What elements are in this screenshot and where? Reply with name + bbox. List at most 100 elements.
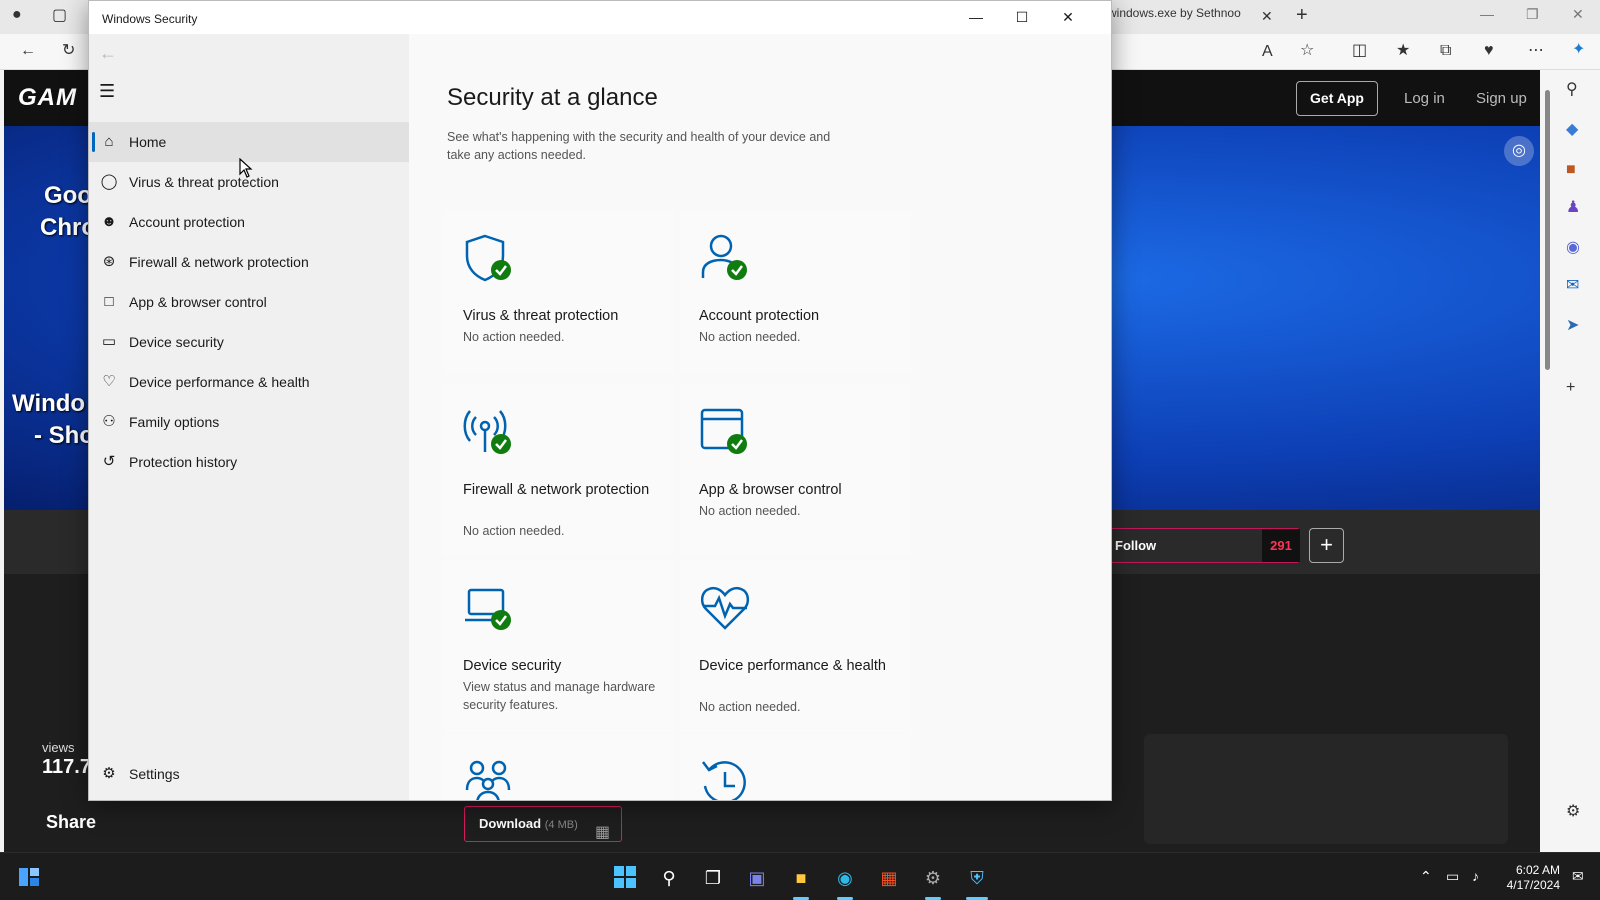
desktop-label: - Sho (34, 422, 94, 449)
store-icon[interactable]: ▦ (876, 865, 902, 891)
shopping-icon[interactable]: ◆ (1566, 122, 1578, 138)
add-sidebar-icon[interactable]: + (1566, 380, 1575, 396)
scroll-thumb[interactable] (1545, 90, 1550, 370)
screenshot-icon[interactable]: ◎ (1504, 136, 1534, 166)
card-status: No action needed. (699, 504, 801, 518)
nav-item-app-browser[interactable]: □ App & browser control (89, 282, 409, 322)
card-account[interactable]: Account protection No action needed. (679, 210, 911, 374)
notifications-icon[interactable]: ✉ (1572, 868, 1584, 885)
title-bar[interactable]: Windows Security — ☐ ✕ (89, 1, 1111, 34)
search-icon[interactable]: ⚲ (1566, 82, 1578, 98)
nav-item-label: Family options (129, 414, 220, 430)
m365-icon[interactable]: ◉ (1566, 240, 1580, 256)
maximize-button[interactable]: ☐ (999, 1, 1045, 34)
close-button[interactable]: ✕ (1045, 1, 1091, 34)
browser-minimize-icon[interactable]: — (1480, 6, 1494, 22)
nav-item-protection-history[interactable]: ↺ Protection history (89, 442, 409, 482)
card-device-security[interactable]: Device security View status and manage h… (443, 560, 675, 732)
browser-essentials-icon[interactable]: ♥ (1484, 43, 1494, 59)
split-screen-icon[interactable]: ◫ (1352, 43, 1367, 59)
network-icon[interactable]: ▭ (1446, 868, 1459, 885)
card-device-performance[interactable]: Device performance & health No action ne… (679, 560, 911, 732)
card-family-options[interactable] (443, 734, 675, 800)
teams-chat-icon[interactable]: ▣ (744, 865, 770, 891)
nav-item-home[interactable]: ⌂ Home (89, 122, 409, 162)
tab-actions-icon[interactable]: ▢ (52, 8, 67, 24)
card-app-browser[interactable]: App & browser control No action needed. (679, 384, 911, 556)
read-aloud-icon[interactable]: A (1262, 44, 1273, 60)
antenna-check-icon (463, 410, 511, 454)
games-icon[interactable]: ♟ (1566, 200, 1580, 216)
page-title: Security at a glance (447, 84, 658, 111)
clock[interactable]: 6:02 AM 4/17/2024 (1504, 863, 1560, 893)
site-logo[interactable]: GAM (18, 84, 77, 112)
desktop-label: Goo (44, 182, 92, 209)
more-options-icon[interactable]: ⋯ (1528, 43, 1544, 59)
nav-item-settings[interactable]: ⚙ Settings (89, 754, 409, 794)
settings-gear-icon[interactable]: ⚙ (920, 865, 946, 891)
task-view-icon[interactable]: ❐ (700, 865, 726, 891)
sidebar-settings-icon[interactable]: ⚙ (1566, 804, 1580, 820)
log-in-link[interactable]: Log in (1404, 90, 1445, 107)
nav-item-family[interactable]: ⚇ Family options (89, 402, 409, 442)
chevron-up-icon[interactable]: ⌃ (1420, 868, 1432, 885)
taskbar: ⚲ ❐ ▣ ■ ◉ ▦ ⚙ ⛨ ⌃ ▭ ♪ 6:02 AM 4/17/2024 … (0, 852, 1600, 900)
card-title: App & browser control (699, 482, 842, 498)
copilot-icon[interactable]: ✦ (1572, 42, 1585, 58)
profile-icon[interactable]: ● (12, 7, 22, 23)
widgets-icon[interactable] (16, 865, 42, 891)
card-protection-history[interactable] (679, 734, 911, 800)
person-icon: ☻ (101, 213, 117, 230)
nav-item-label: Home (129, 134, 167, 150)
browser-close-icon[interactable]: ✕ (1572, 6, 1584, 23)
home-icon: ⌂ (104, 133, 114, 150)
file-explorer-icon[interactable]: ■ (788, 865, 814, 891)
tools-icon[interactable]: ■ (1566, 162, 1576, 178)
get-app-button[interactable]: Get App (1296, 81, 1378, 116)
volume-icon[interactable]: ♪ (1472, 868, 1479, 884)
back-arrow-icon[interactable]: ← (99, 43, 117, 64)
start-icon[interactable] (612, 865, 638, 891)
card-title: Device security (463, 658, 562, 674)
card-firewall[interactable]: Firewall & network protection No action … (443, 384, 675, 556)
add-button[interactable]: + (1309, 528, 1344, 563)
edge-icon[interactable]: ◉ (832, 865, 858, 891)
card-status: No action needed. (699, 700, 801, 714)
nav-item-device-performance[interactable]: ♡ Device performance & health (89, 362, 409, 402)
refresh-icon[interactable]: ↻ (62, 43, 75, 59)
send-icon[interactable]: ➤ (1566, 318, 1579, 334)
card-title: Device performance & health (699, 658, 886, 674)
search-icon[interactable]: ⚲ (656, 865, 682, 891)
favorite-star-icon[interactable]: ☆ (1300, 43, 1314, 59)
windows-security-shield-icon[interactable]: ⛨ (964, 865, 990, 891)
window-title: Windows Security (102, 12, 198, 26)
browser-restore-icon[interactable]: ❐ (1526, 6, 1539, 23)
nav-item-label: Firewall & network protection (129, 254, 309, 270)
card-title: Virus & threat protection (463, 308, 619, 324)
browser-back-icon[interactable]: ← (20, 43, 36, 59)
card-status: No action needed. (699, 330, 801, 344)
browser-tab[interactable]: windows.exe by Sethnoo (1108, 6, 1278, 30)
outlook-icon[interactable]: ✉ (1566, 278, 1579, 294)
collections-icon[interactable]: ⧉ (1440, 43, 1451, 59)
card-title: Firewall & network protection (463, 482, 650, 498)
navigation-pane: ← ☰ ⌂ Home ◯ Virus & threat protection ☻… (89, 34, 409, 800)
favorites-icon[interactable]: ★ (1396, 43, 1410, 59)
sign-up-link[interactable]: Sign up (1476, 90, 1527, 107)
views-label: views (42, 740, 75, 755)
minimize-button[interactable]: — (953, 1, 999, 34)
windows-security-window: Windows Security — ☐ ✕ ← ☰ ⌂ Home ◯ Viru… (88, 0, 1112, 801)
download-button[interactable]: Download (4 MB) ▦ (464, 806, 622, 842)
person-check-icon (701, 234, 747, 280)
hamburger-menu-icon[interactable]: ☰ (99, 81, 115, 102)
nav-item-label: Virus & threat protection (129, 174, 279, 190)
card-virus-threat[interactable]: Virus & threat protection No action need… (443, 210, 675, 374)
tab-close-icon[interactable]: ✕ (1261, 8, 1273, 25)
nav-item-firewall[interactable]: ⊛ Firewall & network protection (89, 242, 409, 282)
new-tab-icon[interactable]: + (1296, 4, 1308, 27)
card-status: View status and manage hardware security… (463, 680, 656, 712)
nav-item-device-security[interactable]: ▭ Device security (89, 322, 409, 362)
side-panel (1144, 734, 1508, 844)
card-status: No action needed. (463, 524, 565, 538)
nav-item-account[interactable]: ☻ Account protection (89, 202, 409, 242)
